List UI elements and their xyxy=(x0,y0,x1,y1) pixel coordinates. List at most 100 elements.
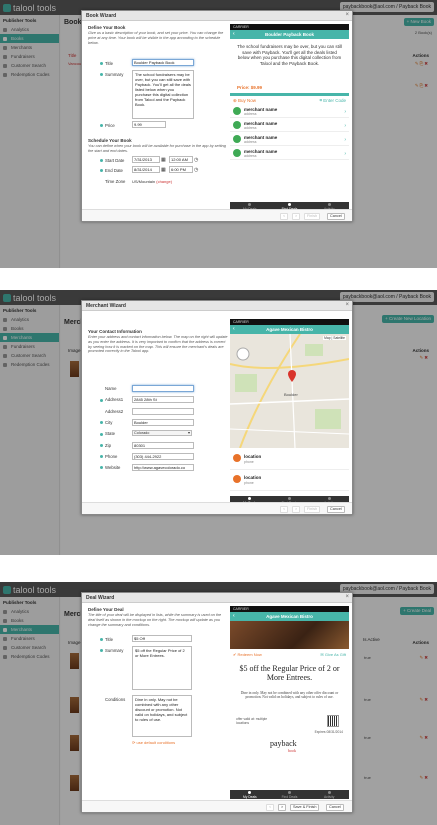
preview-summary: The school fundraisers may be over, but … xyxy=(237,44,342,66)
cancel-button[interactable]: Cancel xyxy=(327,213,345,220)
required-icon xyxy=(100,443,103,447)
title-input[interactable]: $5 Off xyxy=(132,635,192,642)
modal-title: Book Wizard xyxy=(82,11,352,21)
end-time-input[interactable]: 6:00 PM xyxy=(169,166,193,173)
cancel-button[interactable]: Cancel xyxy=(326,804,344,811)
schedule-section: Schedule Your Book You can define when y… xyxy=(88,138,228,157)
list-item: merchant name address › xyxy=(230,147,349,160)
state-select[interactable]: Colorado xyxy=(132,430,192,437)
chevron-right-icon: › xyxy=(344,151,346,157)
required-icon xyxy=(100,398,103,402)
map-type-toggle: Map | Satellite xyxy=(323,336,346,340)
name-input[interactable] xyxy=(132,385,194,392)
close-icon[interactable]: × xyxy=(345,12,349,18)
preview-screen: Map | Satellite Boulder location phone lo… xyxy=(230,334,349,496)
field-label: Address1 xyxy=(100,397,123,402)
summary-label: Summary xyxy=(100,648,123,653)
deal-image xyxy=(230,621,349,649)
zip-input[interactable]: 80301 xyxy=(132,441,194,449)
prev-button[interactable]: < xyxy=(280,213,289,220)
required-icon xyxy=(100,159,103,163)
preview-screen: The school fundraisers may be over, but … xyxy=(230,39,349,202)
next-button[interactable]: > xyxy=(292,506,301,513)
book-form: Define Your Book Give us a basic descrip… xyxy=(88,25,228,48)
modal-footer: < > Finish Cancel xyxy=(82,209,352,221)
preview-header: ‹ Agave Mexican Bistro xyxy=(230,325,349,334)
section-description: Give us a basic description of your book… xyxy=(88,31,224,45)
tab-activity: Activity xyxy=(309,790,349,799)
finish-button[interactable]: Finish xyxy=(304,213,321,220)
section-title: Define Your Deal xyxy=(88,607,124,612)
divider xyxy=(230,93,349,96)
merchant-icon xyxy=(233,149,241,157)
payback-logo: payback book xyxy=(270,739,297,753)
price-label: Price xyxy=(100,123,115,128)
screenshot-book-wizard: talool tools paybackbook@aol.com / Payba… xyxy=(0,0,437,268)
deal-wizard-modal: Deal Wizard × Define Your Deal The title… xyxy=(81,592,353,813)
list-item: merchant name address › xyxy=(230,119,349,132)
title-input[interactable]: Boulder Payback Book xyxy=(132,59,194,66)
modal-title: Deal Wizard xyxy=(82,593,352,603)
preview-header: ‹ Boulder Payback Book xyxy=(230,30,349,39)
next-button[interactable]: > xyxy=(292,213,301,220)
section-description: Enter your address and contact informati… xyxy=(88,335,228,354)
start-date-input[interactable]: 7/31/2013 xyxy=(132,156,160,163)
screenshot-deal-wizard: talool tools paybackbook@aol.com / Payba… xyxy=(0,582,437,825)
tab-my-deals: My Deals xyxy=(230,790,270,799)
calendar-icon[interactable]: ▦ xyxy=(161,167,166,173)
preview-screen: ✔ Redeem Now ✉ Give As Gift $5 off the R… xyxy=(230,621,349,790)
close-icon[interactable]: × xyxy=(345,302,349,308)
prev-button[interactable]: < xyxy=(266,804,275,811)
schedule-description: You can define when your book will be av… xyxy=(88,144,226,153)
clock-icon[interactable]: ◷ xyxy=(194,167,198,173)
city-input[interactable]: Boulder xyxy=(132,418,194,426)
change-timezone-link[interactable]: (change) xyxy=(156,179,172,184)
required-icon xyxy=(100,73,103,77)
timezone-label: Time Zone xyxy=(105,179,126,184)
merchant-icon xyxy=(233,135,241,143)
list-item: location phone xyxy=(230,450,349,470)
buy-now-button: ⊕ Buy Now xyxy=(233,98,257,103)
required-icon xyxy=(100,432,103,436)
prev-button[interactable]: < xyxy=(280,506,289,513)
use-default-conditions-link[interactable]: ⟳ use default conditions xyxy=(132,740,175,745)
section-title: Define Your Book xyxy=(88,25,126,30)
chevron-right-icon: › xyxy=(344,123,346,129)
clock-icon[interactable]: ◷ xyxy=(194,157,198,163)
address2-input[interactable] xyxy=(132,407,194,415)
address1-input[interactable]: 2845 28th St xyxy=(132,396,194,404)
merchant-icon xyxy=(233,107,241,115)
back-icon: ‹ xyxy=(233,31,235,37)
conditions-textarea[interactable]: Dine in only. May not be combined with a… xyxy=(132,695,192,737)
required-icon xyxy=(100,466,103,470)
required-icon xyxy=(100,638,103,642)
offer-valid-text: offer valid at: multiple locations xyxy=(236,717,268,725)
book-wizard-modal: Book Wizard × Define Your Book Give us a… xyxy=(81,10,353,222)
website-input[interactable]: http://www.agavecolorado.co xyxy=(132,464,194,472)
field-label: Address2 xyxy=(105,408,124,414)
conditions-label: Conditions xyxy=(105,697,126,702)
end-date-input[interactable]: 8/31/2014 xyxy=(132,166,160,173)
title-label: Title xyxy=(100,61,113,66)
start-time-input[interactable]: 12:00 AM xyxy=(169,156,193,163)
close-icon[interactable]: × xyxy=(345,594,349,600)
end-date-label: End Date xyxy=(100,168,123,173)
save-finish-button[interactable]: Save & Finish xyxy=(290,804,320,811)
required-icon xyxy=(100,455,103,459)
calendar-icon[interactable]: ▦ xyxy=(161,157,166,163)
give-as-gift-button: ✉ Give As Gift xyxy=(320,652,346,657)
payback-logo-text: payback xyxy=(270,739,297,748)
contact-form: Your Contact Information Enter your addr… xyxy=(88,329,228,357)
next-button[interactable]: > xyxy=(278,804,287,811)
map: Map | Satellite Boulder xyxy=(230,334,349,449)
finish-button[interactable]: Finish xyxy=(304,506,321,513)
summary-textarea[interactable]: $5 off the Regular Price of 2 or More En… xyxy=(132,646,192,690)
merchant-icon xyxy=(233,121,241,129)
phone-input[interactable]: (303) 444-2922 xyxy=(132,452,194,460)
required-icon xyxy=(100,649,103,653)
field-label: State xyxy=(100,431,115,436)
phone-preview: CARRIER ‹ Agave Mexican Bistro Map | Sat… xyxy=(230,319,349,505)
price-input[interactable]: 9.99 xyxy=(132,121,166,128)
cancel-button[interactable]: Cancel xyxy=(327,506,345,513)
summary-textarea[interactable]: The school fundraisers may be over, but … xyxy=(132,70,194,119)
